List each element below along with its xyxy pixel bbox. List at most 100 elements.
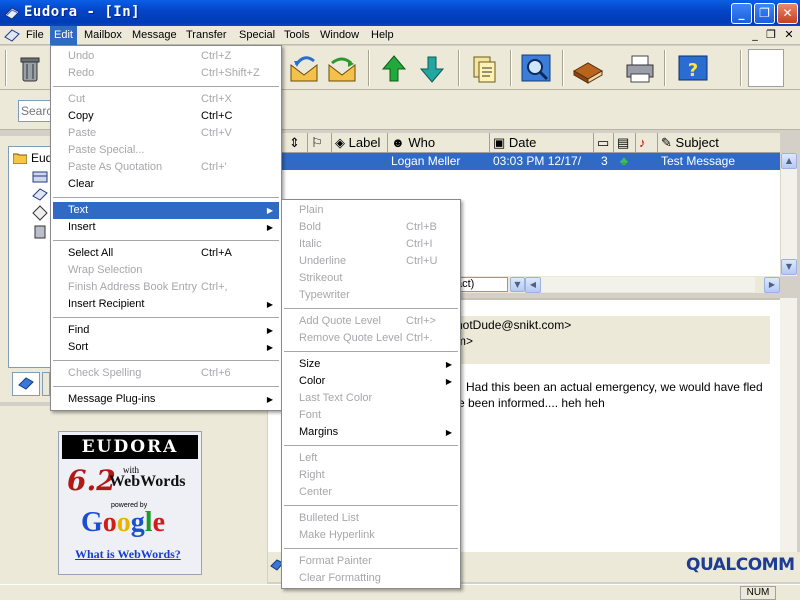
horizontal-scrollbar[interactable] [525,277,755,292]
column-who[interactable]: ☻ Who [388,133,490,153]
in-mailbox-icon[interactable] [31,169,49,185]
mailbox-window-icon[interactable] [4,28,20,43]
menu-item-add-quote-level[interactable]: Add Quote Level Ctrl+> [284,313,458,330]
menu-item-finish-address-book-entry[interactable]: Finish Address Book Entry Ctrl+, [53,279,279,296]
google-logo: Google [81,507,165,538]
menu-item-last-text-color[interactable]: Last Text Color [284,390,458,407]
menu-item-plain[interactable]: Plain [284,202,458,219]
find-magnifier-icon[interactable] [518,51,554,87]
menu-item-undo[interactable]: Undo Ctrl+Z [53,48,279,65]
menu-item-insert[interactable]: Insert ▶ [53,219,279,236]
minimize-button[interactable]: _ [731,3,752,24]
menu-item-text[interactable]: Text ▶ [53,202,279,219]
trash-mailbox-icon[interactable] [31,223,49,239]
menu-item-size[interactable]: Size ▶ [284,356,458,373]
menu-window[interactable]: Window [316,26,363,45]
column-priority[interactable]: ⚐ [308,133,332,153]
column-status[interactable]: ⇕ [286,133,308,153]
scroll-right-icon[interactable]: ▶ [764,277,780,293]
menu-item-cut[interactable]: Cut Ctrl+X [53,91,279,108]
column-server[interactable]: ▤ [614,133,636,153]
menu-item-bold[interactable]: Bold Ctrl+B [284,219,458,236]
tab-mailboxes[interactable] [12,372,40,396]
scroll-up-icon[interactable]: ▲ [781,153,797,169]
column-size[interactable]: ▭ [594,133,614,153]
attach-file-icon[interactable] [466,51,502,87]
menu-file[interactable]: File [22,26,48,45]
menu-item-color[interactable]: Color ▶ [284,373,458,390]
message-list-scrollbar[interactable]: ▲ ▼ [780,153,797,276]
menu-item-font[interactable]: Font [284,407,458,424]
menu-item-shortcut: Ctrl+6 [201,367,231,379]
forward-icon[interactable] [324,51,360,87]
menu-special[interactable]: Special [235,26,279,45]
mdi-close-icon[interactable]: ✕ [782,29,796,42]
next-message-arrow-icon[interactable] [414,51,450,87]
address-book-icon[interactable] [570,51,606,87]
column-label[interactable]: ◈ Label [332,133,388,153]
menu-item-margins[interactable]: Margins ▶ [284,424,458,441]
menu-item-paste-as-quotation[interactable]: Paste As Quotation Ctrl+' [53,159,279,176]
submenu-arrow-icon: ▶ [266,223,273,232]
menu-item-paste[interactable]: Paste Ctrl+V [53,125,279,142]
menu-mailbox[interactable]: Mailbox [80,26,126,45]
menu-help[interactable]: Help [367,26,398,45]
table-row[interactable]: Logan Meller 03:03 PM 12/17/ 3 ♣ Test Me… [268,153,780,170]
menu-item-center[interactable]: Center [284,484,458,501]
column-attachment[interactable]: ♪ [636,133,658,153]
menu-item-italic[interactable]: Italic Ctrl+I [284,236,458,253]
help-icon[interactable]: ? [675,51,711,87]
menu-item-find[interactable]: Find ▶ [53,322,279,339]
junk-mailbox-icon[interactable] [31,205,49,221]
previous-message-arrow-icon[interactable] [376,51,412,87]
menu-item-redo[interactable]: Redo Ctrl+Shift+Z [53,65,279,82]
menu-item-sort[interactable]: Sort ▶ [53,339,279,356]
tab-stub[interactable] [42,372,50,396]
maximize-button[interactable]: ❐ [754,3,775,24]
menu-item-copy[interactable]: Copy Ctrl+C [53,108,279,125]
menu-item-paste-special[interactable]: Paste Special... [53,142,279,159]
menu-item-format-painter[interactable]: Format Painter [284,553,458,570]
menu-message[interactable]: Message [128,26,181,45]
menu-item-make-hyperlink[interactable]: Make Hyperlink [284,527,458,544]
menu-transfer[interactable]: Transfer [182,26,231,45]
mdi-minimize-icon[interactable]: _ [748,29,762,42]
menu-item-label: Message Plug-ins [68,393,156,405]
menu-item-check-spelling[interactable]: Check Spelling Ctrl+6 [53,365,279,382]
eudora-app-icon[interactable] [4,5,20,21]
menu-item-wrap-selection[interactable]: Wrap Selection [53,262,279,279]
menu-item-label: Color [299,375,326,387]
view-dropdown[interactable]: act) [453,277,508,292]
menu-item-underline[interactable]: Underline Ctrl+U [284,253,458,270]
menu-tools[interactable]: Tools [280,26,314,45]
webwords-ad[interactable]: EUDORA 6.2 with WebWords powered by Goog… [58,431,202,575]
menu-item-remove-quote-level[interactable]: Remove Quote Level Ctrl+. [284,330,458,347]
preview-scrollbar[interactable] [780,298,797,552]
column-date[interactable]: ▣ Date [490,133,594,153]
menu-item-typewriter[interactable]: Typewriter [284,287,458,304]
menu-item-message-plug-ins[interactable]: Message Plug-ins ▶ [53,391,279,408]
menu-item-strikeout[interactable]: Strikeout [284,270,458,287]
menu-item-clear[interactable]: Clear [53,176,279,193]
trash-icon[interactable] [12,51,48,87]
menu-item-left[interactable]: Left [284,450,458,467]
message-list-header: ⇕ ⚐ ◈ Label ☻ Who ▣ Date ▭ ▤ ♪ ✎ Subject [268,133,780,153]
menu-item-bulleted-list[interactable]: Bulleted List [284,510,458,527]
what-is-webwords-link[interactable]: What is WebWords? [75,547,181,562]
menu-item-select-all[interactable]: Select All Ctrl+A [53,245,279,262]
out-mailbox-icon[interactable] [31,187,49,203]
scroll-left-icon[interactable]: ◀ [525,277,541,293]
menu-item-clear-formatting[interactable]: Clear Formatting [284,570,458,587]
close-button[interactable]: ✕ [777,3,798,24]
column-subject[interactable]: ✎ Subject [658,133,780,153]
print-icon[interactable] [622,51,658,87]
dropdown-arrow-icon[interactable]: ▼ [510,277,525,292]
mdi-restore-icon[interactable]: ❐ [764,29,778,42]
menu-edit[interactable]: Edit [50,26,77,45]
menu-item-insert-recipient[interactable]: Insert Recipient ▶ [53,296,279,313]
restore-icon: ❐ [759,6,770,20]
reply-icon[interactable] [286,51,322,87]
scroll-down-icon[interactable]: ▼ [781,259,797,275]
menu-item-right[interactable]: Right [284,467,458,484]
subject-icon: ✎ [661,135,672,150]
